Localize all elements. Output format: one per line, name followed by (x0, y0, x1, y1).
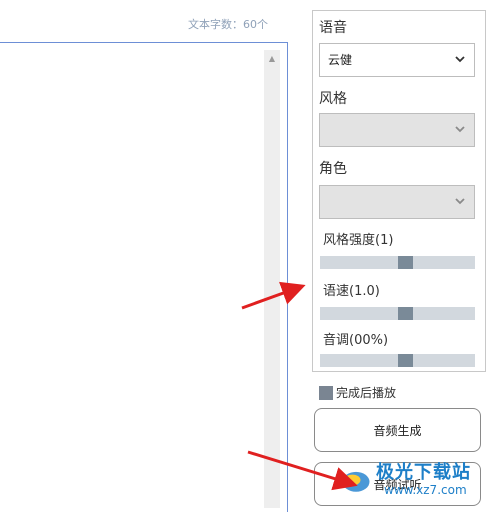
voice-select[interactable]: 云健 (319, 43, 475, 77)
slider-thumb[interactable] (398, 307, 414, 320)
chevron-down-icon (455, 126, 465, 133)
speed-label: 语速(1.0) (323, 284, 380, 299)
watermark-url: www.xz7.com (384, 483, 467, 497)
scroll-up-icon[interactable]: ▲ (264, 50, 280, 66)
autoplay-label: 完成后播放 (336, 386, 397, 400)
text-editor[interactable] (0, 42, 288, 512)
autoplay-checkbox[interactable] (319, 385, 333, 400)
speed-slider[interactable] (320, 307, 475, 320)
autoplay-option[interactable]: 完成后播放 (319, 384, 396, 401)
char-count: 文本字数：60个 (188, 18, 268, 31)
chevron-down-icon (455, 56, 465, 63)
role-label: 角色 (319, 161, 347, 177)
aurora-logo-icon (342, 471, 370, 492)
style-strength-slider[interactable] (320, 256, 475, 269)
slider-thumb[interactable] (398, 354, 414, 367)
chevron-down-icon (455, 198, 465, 205)
pitch-slider[interactable] (320, 354, 475, 367)
voice-label: 语音 (319, 20, 347, 36)
style-select[interactable] (319, 113, 475, 147)
settings-panel: 语音 云健 风格 角色 风格强度(1) 语速(1.0) 音调(00%) (312, 10, 486, 372)
slider-thumb[interactable] (398, 256, 414, 269)
role-select[interactable] (319, 185, 475, 219)
voice-select-value: 云健 (328, 53, 353, 67)
generate-audio-button[interactable]: 音频生成 (314, 408, 481, 452)
watermark-brand: 极光下载站 (376, 462, 471, 483)
editor-scrollbar[interactable]: ▲ (264, 50, 280, 508)
pitch-label: 音调(00%) (323, 333, 389, 348)
style-strength-label: 风格强度(1) (323, 233, 394, 248)
watermark: 极光下载站 www.xz7.com (338, 456, 488, 506)
style-label: 风格 (319, 91, 347, 107)
